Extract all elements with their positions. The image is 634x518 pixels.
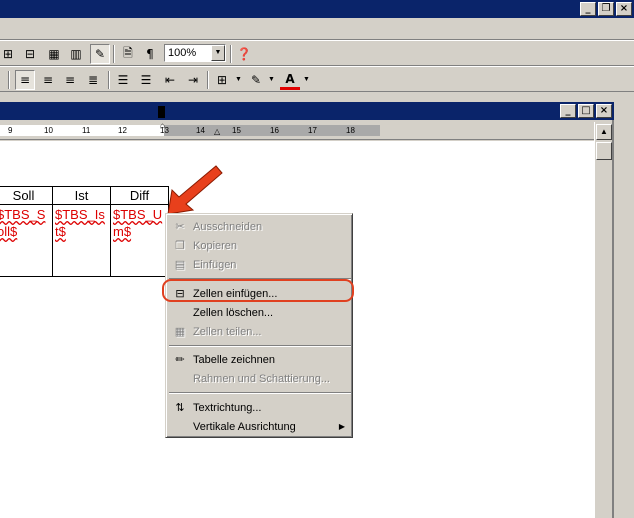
scroll-up-arrow-icon[interactable]: ▲: [596, 124, 612, 140]
table-cell[interactable]: $TBS_Ist$: [52, 204, 111, 277]
justify-icon[interactable]: ≣: [83, 70, 103, 90]
help-icon[interactable]: ❓: [234, 44, 254, 64]
chevron-down-icon[interactable]: ▼: [268, 76, 275, 83]
paste-icon: ▤: [174, 258, 186, 271]
menu-item-split-cells[interactable]: ▦ Zellen teilen...: [169, 322, 351, 341]
ruler-number: 12: [118, 126, 127, 135]
toolbar-separator: [108, 71, 110, 89]
doc-minimize-button[interactable]: _: [560, 104, 576, 118]
pilcrow-icon[interactable]: ¶: [140, 44, 160, 64]
chevron-down-icon[interactable]: ▼: [211, 45, 225, 61]
ruler-number: 11: [82, 126, 91, 135]
zoom-select[interactable]: 100% ▼: [164, 44, 226, 62]
document-title-bar: _ □ ×: [0, 102, 614, 120]
ruler-number: 10: [44, 126, 53, 135]
table-header-cell[interactable]: Diff: [110, 186, 169, 205]
toolbar-separator: [8, 71, 10, 89]
menu-item-delete-cells[interactable]: Zellen löschen...: [169, 303, 351, 322]
ruler-number: 16: [270, 126, 279, 135]
formatting-toolbar: ≡ ≡ ≡ ≣ ☰ ☰ ⇤ ⇥ ⊞ ▼ ✎ ▼ A ▼: [0, 66, 634, 92]
menu-item-cut[interactable]: ✂ Ausschneiden: [169, 217, 351, 236]
menu-separator: [169, 345, 351, 347]
zoom-value: 100%: [168, 47, 197, 59]
align-right-icon[interactable]: ≡: [60, 70, 80, 90]
ruler-number: 14: [196, 126, 205, 135]
align-left-icon[interactable]: ≡: [15, 70, 35, 90]
chevron-down-icon[interactable]: ▼: [303, 76, 310, 83]
document-map-icon[interactable]: 🗎: [118, 44, 138, 64]
align-center-icon[interactable]: ≡: [38, 70, 58, 90]
menu-item-vertical-alignment[interactable]: Vertikale Ausrichtung ▶: [169, 417, 351, 436]
toolbar-separator: [207, 71, 209, 89]
pencil-icon: ✏: [175, 353, 185, 366]
font-color-icon[interactable]: A: [280, 70, 300, 90]
text-direction-icon: ⇅: [175, 401, 185, 414]
table-cell[interactable]: $TBS_Soll$: [0, 204, 53, 277]
menu-item-text-direction[interactable]: ⇅ Textrichtung...: [169, 398, 351, 417]
scroll-thumb[interactable]: [596, 142, 612, 160]
toolbar-separator: [113, 45, 115, 63]
ruler-number: 18: [346, 126, 355, 135]
minimize-button[interactable]: _: [580, 2, 596, 16]
menu-item-draw-table[interactable]: ✏ Tabelle zeichnen: [169, 350, 351, 369]
menu-item-borders-shading[interactable]: Rahmen und Schattierung...: [169, 369, 351, 388]
doc-close-button[interactable]: ×: [596, 104, 612, 118]
menu-separator: [169, 392, 351, 394]
table-header-cell[interactable]: Soll: [0, 186, 53, 205]
toolbar-separator: [230, 45, 232, 63]
submenu-arrow-icon: ▶: [338, 422, 345, 431]
annotation-arrow-icon: [167, 165, 223, 215]
row-end-marker: [158, 106, 165, 118]
scissors-icon: ✂: [175, 220, 185, 233]
decrease-indent-icon[interactable]: ⇤: [160, 70, 180, 90]
menu-item-paste[interactable]: ▤ Einfügen: [169, 255, 351, 274]
close-button[interactable]: ×: [616, 2, 632, 16]
bullet-list-icon[interactable]: ☰: [136, 70, 156, 90]
ruler-number: 15: [232, 126, 241, 135]
ruler-number: 17: [308, 126, 317, 135]
app-title-bar: _ ❐ ×: [0, 0, 634, 18]
columns-icon[interactable]: ▥: [66, 44, 86, 64]
indent-marker-icon[interactable]: △: [214, 127, 220, 136]
chevron-down-icon[interactable]: ▼: [235, 76, 242, 83]
table-cell[interactable]: $TBS_Um$: [110, 204, 169, 277]
copy-icon: ❐: [175, 239, 185, 252]
ruler-number: 9: [8, 126, 13, 135]
highlight-icon[interactable]: ✎: [246, 70, 266, 90]
table-header-cell[interactable]: Ist: [52, 186, 111, 205]
table-icon[interactable]: ⊞: [0, 44, 18, 64]
context-menu: ✂ Ausschneiden ❐ Kopieren ▤ Einfügen ⊟ Z…: [165, 213, 353, 438]
insert-row-icon[interactable]: ⊟: [20, 44, 40, 64]
restore-button[interactable]: ❐: [598, 2, 614, 16]
split-cells-icon: ▦: [174, 325, 186, 338]
menu-item-copy[interactable]: ❐ Kopieren: [169, 236, 351, 255]
horizontal-ruler[interactable]: 9 10 11 12 13 14 15 16 17 18 ⌂ △: [0, 121, 594, 140]
increase-indent-icon[interactable]: ⇥: [183, 70, 203, 90]
document-table[interactable]: Soll Ist Diff $TBS_Soll$ $TBS_Ist$ $TBS_…: [0, 186, 169, 277]
menu-bar: [0, 18, 634, 40]
excel-sheet-icon[interactable]: ▦: [44, 44, 64, 64]
column-marker-icon[interactable]: ⌂: [160, 121, 165, 130]
doc-maximize-button[interactable]: □: [578, 104, 594, 118]
standard-toolbar: ⊞ ⊟ ▦ ▥ ✎ 🗎 ¶ 100% ▼ ❓: [0, 40, 634, 66]
vertical-scrollbar[interactable]: ▲: [594, 122, 612, 518]
highlight-annotation: [162, 279, 354, 302]
numbered-list-icon[interactable]: ☰: [113, 70, 133, 90]
borders-icon[interactable]: ⊞: [212, 70, 232, 90]
drawing-icon[interactable]: ✎: [90, 44, 110, 64]
